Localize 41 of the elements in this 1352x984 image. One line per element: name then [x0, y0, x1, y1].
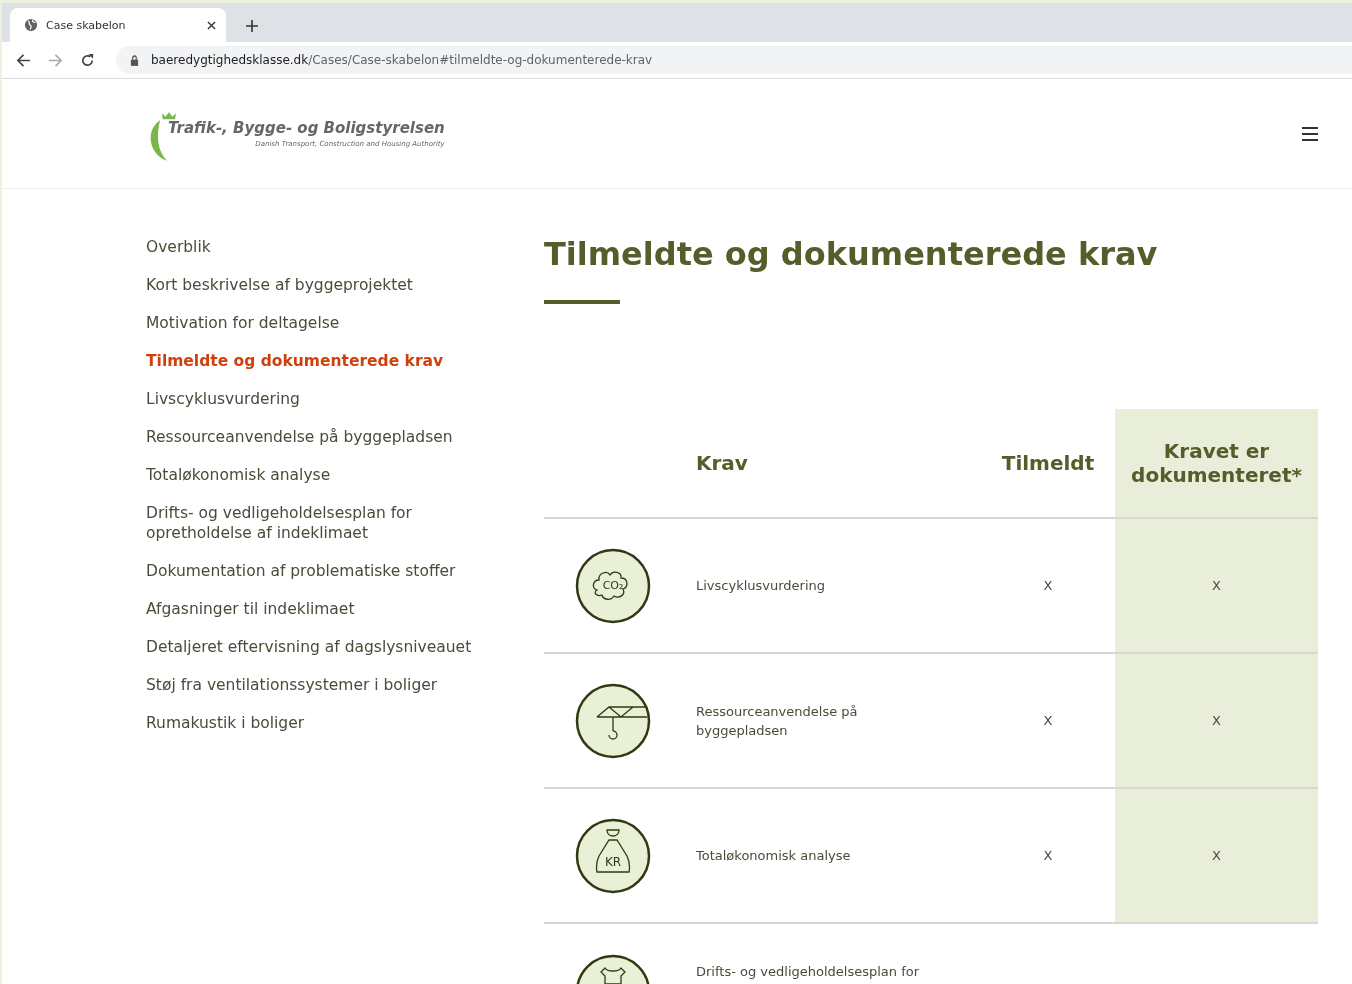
globe-icon	[24, 18, 38, 32]
table-cell-text: X	[1212, 712, 1221, 730]
column-header: Tilmeldt	[1001, 451, 1095, 475]
sidebar-link[interactable]: Tilmeldte og dokumenterede krav	[146, 351, 516, 371]
sidebar-link[interactable]: Detaljeret eftervisning af dagslysniveauet	[146, 637, 516, 657]
address-bar[interactable]: baeredygtighedsklasse.dk/Cases/Case-skabelon#tilmeldte-og-dokumenterede-krav	[116, 46, 1352, 74]
close-icon[interactable]	[207, 20, 216, 30]
table-cell-text: Drifts- og vedligeholdelsesplan for	[696, 963, 921, 981]
sidebar-link[interactable]: Rumakustik i boliger	[146, 713, 516, 733]
tab-title: Case skabelon	[46, 18, 127, 32]
logo-name: Trafik-, Bygge- og Boligstyrelsen	[168, 119, 445, 137]
sidebar-link[interactable]: Drifts- og vedligeholdelsesplan for opretholdelse af indeklimaet	[146, 503, 516, 543]
table-cell-text: Livscyklusvurdering	[696, 577, 827, 595]
sidebar-link[interactable]: Støj fra ventilationssystemer i boliger	[146, 675, 516, 695]
table-cell-text: X	[1043, 847, 1053, 865]
lock-icon	[130, 54, 139, 66]
table-cell-text: X	[1043, 712, 1053, 730]
co2-cloud-icon: CO₂	[574, 547, 651, 624]
table-cell-text: Totaløkonomisk analyse	[696, 847, 852, 865]
sidebar-link[interactable]: Ressourceanvendelse på byggepladsen	[146, 427, 516, 447]
column-header: Kravet er dokumenteret*	[1130, 439, 1303, 487]
reload-icon[interactable]	[80, 52, 95, 68]
money-bag-icon: KR	[574, 817, 651, 894]
page-title: Tilmeldte og dokumenterede krav	[544, 234, 1159, 275]
sidebar-link[interactable]: Totaløkonomisk analyse	[146, 465, 516, 485]
sidebar-link[interactable]: Dokumentation af problematiske stoffer	[146, 561, 516, 581]
crane-hook-icon	[574, 682, 651, 759]
menu-icon[interactable]	[1302, 126, 1318, 141]
new-tab-icon[interactable]	[246, 20, 258, 32]
table-cell-text: X	[1212, 847, 1221, 865]
column-header: Krav	[696, 451, 748, 475]
sidebar-link[interactable]: Motivation for deltagelse	[146, 313, 516, 333]
back-arrow-icon[interactable]	[16, 52, 31, 68]
table-cell-text: X	[1212, 577, 1221, 595]
sidebar-link[interactable]: Overblik	[146, 237, 516, 257]
sidebar-link[interactable]: Afgasninger til indeklimaet	[146, 599, 516, 619]
table-cell-text: X	[1043, 577, 1053, 595]
sidebar-link[interactable]: Livscyklusvurdering	[146, 389, 516, 409]
browser-tab[interactable]: Case skabelon	[10, 8, 226, 42]
sidebar-link[interactable]: Kort beskrivelse af byggeprojektet	[146, 275, 516, 295]
table-cell-text: Ressourceanvendelse på byggepladsen	[696, 702, 859, 740]
